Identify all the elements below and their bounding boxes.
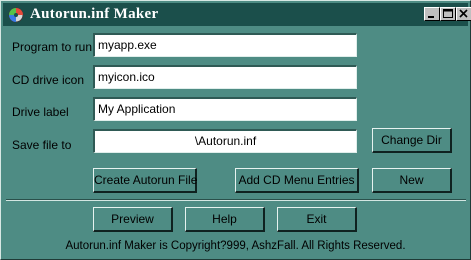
save-file-label: Save file to [12, 138, 72, 152]
title-bar[interactable]: Autorun.inf Maker [3, 3, 471, 26]
app-window: Autorun.inf Maker Program to run myapp.e… [0, 0, 471, 260]
drive-label-label: Drive label [12, 105, 69, 119]
help-button[interactable]: Help [185, 207, 265, 232]
close-button[interactable] [456, 7, 471, 21]
add-cd-menu-button[interactable]: Add CD Menu Entries [235, 168, 359, 193]
minimize-icon [428, 16, 434, 18]
minimize-button[interactable] [424, 7, 440, 21]
create-autorun-button[interactable]: Create Autorun File [93, 168, 197, 193]
exit-button[interactable]: Exit [277, 207, 357, 232]
maximize-button[interactable] [440, 7, 456, 21]
program-label: Program to run [12, 40, 93, 54]
copyright-text: Autorun.inf Maker is Copyright?999, Ashz… [65, 240, 406, 252]
new-button[interactable]: New [372, 168, 452, 193]
save-file-input[interactable]: \Autorun.inf [93, 129, 357, 153]
maximize-icon [443, 9, 453, 18]
separator-highlight [6, 200, 466, 201]
window-title: Autorun.inf Maker [30, 6, 159, 22]
app-cd-icon[interactable] [8, 7, 24, 23]
program-input[interactable]: myapp.exe [93, 33, 357, 57]
cd-icon-input[interactable]: myicon.ico [93, 65, 357, 89]
change-dir-button[interactable]: Change Dir [372, 128, 452, 153]
cd-icon-label: CD drive icon [12, 73, 85, 87]
preview-button[interactable]: Preview [93, 207, 173, 232]
drive-label-input[interactable]: My Application [93, 97, 357, 121]
close-icon [459, 9, 468, 18]
